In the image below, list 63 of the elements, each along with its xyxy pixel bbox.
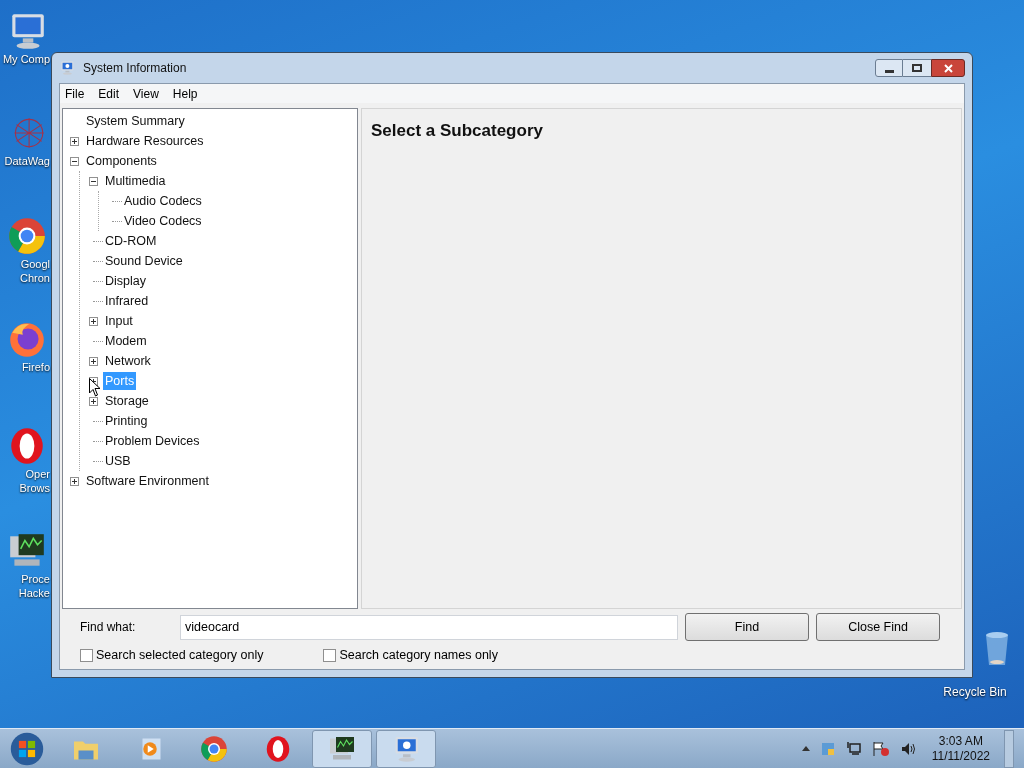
checkbox-label: Search category names only — [339, 647, 498, 664]
desktop-icon-label[interactable]: My Comp — [2, 52, 50, 66]
tree-item[interactable]: Software Environment — [84, 472, 211, 490]
desktop-icon-label[interactable]: Oper — [25, 467, 50, 481]
tree-item[interactable]: System Summary — [84, 112, 187, 130]
expand-icon[interactable] — [89, 396, 98, 406]
show-hidden-icons-icon[interactable] — [801, 746, 810, 751]
collapse-icon[interactable] — [89, 176, 98, 186]
taskbar-button[interactable] — [312, 729, 372, 768]
tree-item[interactable]: Multimedia — [103, 172, 168, 190]
tree-item[interactable]: Problem Devices — [103, 432, 202, 450]
find-field[interactable]: videocard — [180, 614, 678, 640]
menu-item[interactable]: View — [133, 84, 159, 103]
action-center-icon[interactable] — [871, 740, 890, 757]
tree-item[interactable]: Sound Device — [103, 252, 185, 270]
clock[interactable]: 3:03 AM 11/11/2022 — [927, 733, 994, 764]
mouse-pointer-icon — [89, 378, 101, 397]
start-orb-icon[interactable] — [9, 730, 45, 767]
desktop-icon-label[interactable]: DataWag — [4, 154, 50, 168]
chrome-icon — [6, 215, 48, 257]
tree-item[interactable]: Modem — [103, 332, 149, 350]
menu-item[interactable]: File — [65, 84, 85, 103]
tree-item[interactable]: Hardware Resources — [84, 132, 206, 150]
tree-item[interactable]: Printing — [103, 412, 150, 430]
tree-item[interactable]: Video Codecs — [122, 212, 204, 230]
computer-icon — [59, 60, 75, 76]
tree-item[interactable]: Audio Codecs — [122, 192, 204, 210]
window-title: System Information — [83, 60, 187, 77]
expand-icon[interactable] — [89, 316, 98, 326]
desktop-icon-label[interactable]: Chron — [20, 271, 50, 285]
tree-item[interactable]: Network — [103, 352, 153, 370]
tree-item[interactable]: USB — [103, 452, 133, 470]
desktop-icon-label[interactable]: Hacke — [18, 586, 50, 600]
desktop-icon-label[interactable]: Recycle Bin — [943, 683, 1007, 702]
checkbox-label: Search selected category only — [96, 647, 264, 664]
tree-item[interactable]: Components — [84, 152, 159, 170]
expand-icon[interactable] — [70, 476, 79, 486]
tree-item[interactable]: Storage — [103, 392, 151, 410]
desktop-icon-label[interactable]: Firefo — [21, 360, 50, 374]
tree-item[interactable]: Input — [103, 312, 135, 330]
checkbox[interactable] — [323, 648, 337, 662]
find-label: Find what: — [80, 619, 137, 636]
find-button[interactable]: Find — [685, 613, 809, 641]
desktop-icon-label[interactable]: Proce — [21, 572, 50, 586]
chrome-icon — [199, 733, 229, 764]
desktop-icon-label[interactable]: Googl — [20, 257, 50, 271]
menu-item[interactable]: Edit — [98, 84, 120, 103]
expand-icon[interactable] — [70, 136, 79, 146]
tree-item[interactable]: Display — [103, 272, 148, 290]
checkbox[interactable] — [80, 648, 93, 662]
trash-bin-icon — [986, 632, 1008, 666]
maximize-button[interactable] — [903, 59, 931, 77]
expand-icon[interactable] — [89, 356, 98, 366]
close-button[interactable] — [931, 59, 965, 77]
detail-heading: Select a Subcategory — [371, 121, 543, 140]
find-button[interactable]: Close Find — [816, 613, 940, 641]
menu-item[interactable]: Help — [172, 84, 198, 103]
close-icon — [943, 63, 953, 73]
network-icon[interactable] — [845, 740, 862, 757]
minimize-button[interactable] — [875, 59, 903, 77]
tree-item[interactable]: CD-ROM — [103, 232, 159, 250]
tree-item[interactable]: Infrared — [103, 292, 151, 310]
collapse-icon[interactable] — [70, 156, 79, 166]
